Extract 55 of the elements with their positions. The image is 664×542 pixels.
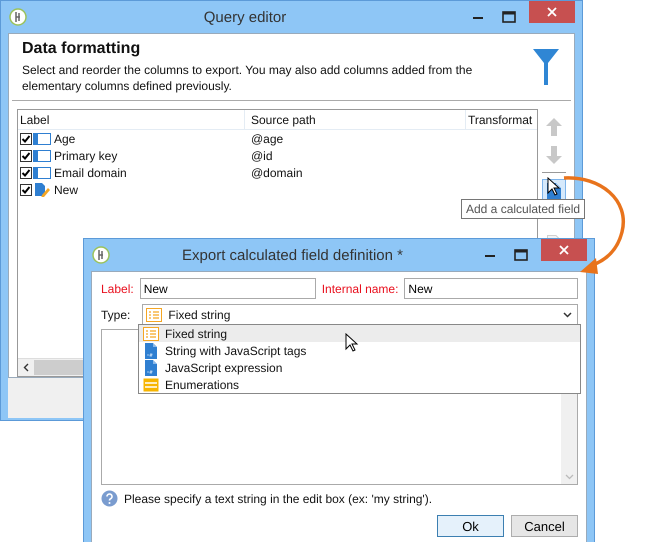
checkbox[interactable] — [20, 150, 32, 162]
tooltip: Add a calculated field — [461, 199, 586, 219]
window-title: Export calculated field definition * — [181, 246, 404, 264]
help-icon — [101, 490, 118, 507]
checkbox[interactable] — [20, 132, 32, 144]
section-heading: Data formatting — [22, 40, 142, 58]
app-icon — [9, 8, 27, 26]
dropdown-chevron-icon — [563, 312, 572, 318]
dropdown-option[interactable]: Fixed string — [139, 325, 580, 342]
pointer-icon — [345, 333, 359, 353]
table-column-icon — [33, 166, 51, 178]
source-path: @id — [251, 148, 273, 162]
source-path: @domain — [251, 166, 303, 180]
left-chevron-icon — [23, 363, 29, 372]
row-label: New — [54, 182, 78, 196]
table-column-icon — [33, 150, 51, 162]
field-label: Type: — [101, 308, 130, 322]
close-icon — [547, 7, 557, 17]
help-text: Please specify a text string in the edit box (ex: 'my string'). — [124, 492, 432, 506]
close-button[interactable] — [529, 1, 575, 23]
maximize-icon[interactable] — [514, 249, 528, 261]
field-label: Internal name: — [322, 282, 398, 296]
checkbox[interactable] — [20, 184, 32, 196]
list-icon — [146, 308, 162, 322]
funnel-icon — [533, 49, 559, 85]
ok-button[interactable]: Ok — [437, 515, 504, 537]
list-icon — [143, 326, 159, 340]
cancel-button[interactable]: Cancel — [511, 515, 578, 537]
row-label: Primary key — [54, 148, 118, 162]
dropdown-option[interactable]: JavaScript expression — [139, 359, 580, 376]
internal-name-field[interactable]: New — [404, 278, 578, 299]
document-pencil-icon — [33, 182, 51, 196]
label-field[interactable]: New — [140, 278, 316, 299]
column-header[interactable]: Label — [18, 110, 245, 129]
column-header[interactable]: Source path — [245, 110, 466, 129]
script-file-icon — [143, 360, 159, 376]
close-button[interactable] — [541, 239, 587, 261]
pointer-icon — [547, 177, 561, 197]
field-label: Label: — [101, 282, 134, 296]
enumeration-icon — [143, 378, 159, 392]
app-icon — [92, 246, 110, 264]
close-icon — [559, 245, 569, 255]
row-label: Age — [54, 132, 76, 146]
window-title: Query editor — [202, 8, 288, 26]
dropdown-option[interactable]: Enumerations — [139, 376, 580, 393]
table-column-icon — [33, 132, 51, 144]
row-label: Email domain — [54, 166, 127, 180]
description-text: Select and reorder the columns to export. You may also add columns added from the elementary columns defined previously. — [22, 62, 474, 94]
checkbox[interactable] — [20, 166, 32, 178]
column-header[interactable]: Transformat — [466, 110, 537, 129]
down-chevron-icon — [564, 474, 574, 480]
source-path: @age — [251, 132, 284, 146]
maximize-icon[interactable] — [502, 11, 516, 23]
dropdown-option[interactable]: String with JavaScript tags — [139, 342, 580, 359]
script-file-icon — [143, 342, 159, 358]
